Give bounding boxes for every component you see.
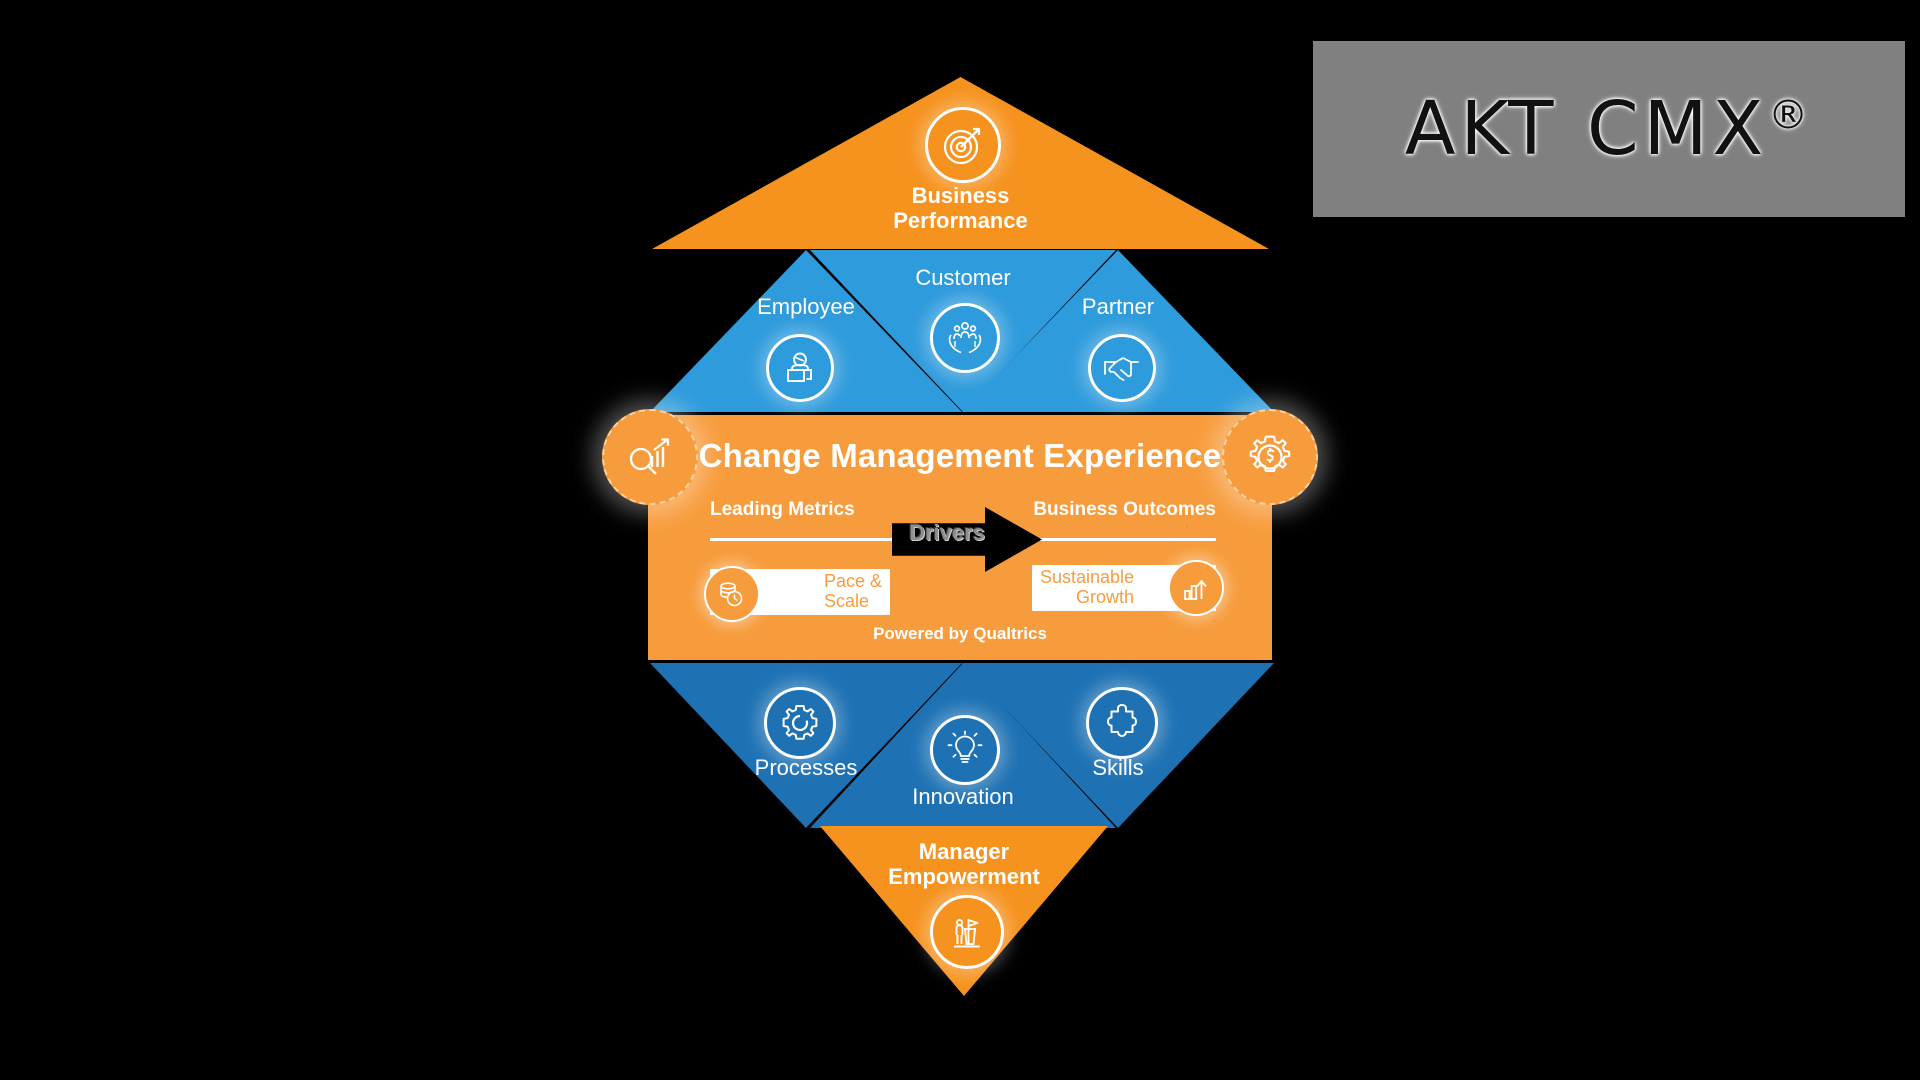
logo-text: AKT CMX® [1405,86,1813,172]
pace-and-scale-chip[interactable]: Pace & Scale [704,566,890,622]
presenter-podium-icon [930,895,1004,969]
logo-wordmark: AKT CMX [1404,86,1769,172]
business-outcomes-label: Business Outcomes [1033,499,1216,520]
bar-chart-arrow-up-icon [1168,560,1224,616]
registered-trademark-icon: ® [1768,92,1814,139]
chip-line-1: Sustainable [1040,567,1135,588]
sustainable-growth-chip[interactable]: Sustainable Growth [1032,560,1224,616]
chip-line-1: Pace & [823,571,882,592]
akt-cmx-logo: AKT CMX® [1313,41,1905,217]
chip-line-2: Scale [823,591,869,611]
leading-metrics-label: Leading Metrics [710,499,855,520]
powered-by-footer: Powered by Qualtrics [873,624,1047,643]
chip-line-2: Growth [1076,587,1135,607]
magnifier-bar-chart-icon [602,409,698,505]
target-bullseye-icon [925,107,1001,183]
band-title: Change Management Experience [698,437,1222,474]
handshake-icon [1088,334,1156,402]
puzzle-piece-icon [1086,687,1158,759]
drivers-label: Drivers [909,520,985,545]
change-management-experience-band: Change Management Experience Leading Met… [602,409,1318,660]
hands-holding-people-icon [930,303,1000,373]
employee-desk-icon [766,334,834,402]
lightbulb-icon [930,715,1000,785]
coins-clock-icon [704,566,760,622]
gear-dollar-icon [1222,409,1318,505]
gear-icon [764,687,836,759]
diagram-canvas: AKT CMX® Business Performance Employee C… [0,0,1920,1080]
pace-and-scale-text: Pace & Scale [766,571,882,612]
